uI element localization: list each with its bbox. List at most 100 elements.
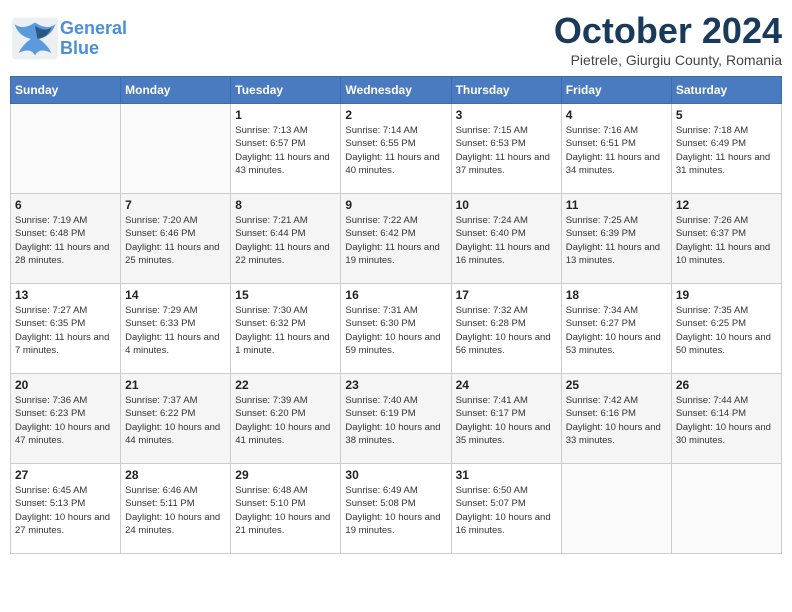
- calendar-cell: 7 Sunrise: 7:20 AMSunset: 6:46 PMDaylight…: [121, 194, 231, 284]
- day-number: 3: [456, 108, 557, 122]
- calendar-cell: 13 Sunrise: 7:27 AMSunset: 6:35 PMDayligh…: [11, 284, 121, 374]
- day-info: Sunrise: 7:42 AMSunset: 6:16 PMDaylight:…: [566, 394, 667, 447]
- day-number: 31: [456, 468, 557, 482]
- day-number: 19: [676, 288, 777, 302]
- calendar-cell: 25 Sunrise: 7:42 AMSunset: 6:16 PMDayligh…: [561, 374, 671, 464]
- day-info: Sunrise: 6:46 AMSunset: 5:11 PMDaylight:…: [125, 484, 226, 537]
- day-number: 15: [235, 288, 336, 302]
- calendar-cell: 12Sunrise: 7:26 AMSunset: 6:37 PMDayligh…: [671, 194, 781, 284]
- calendar-cell: 17 Sunrise: 7:32 AMSunset: 6:28 PMDayligh…: [451, 284, 561, 374]
- calendar-cell: 20 Sunrise: 7:36 AMSunset: 6:23 PMDayligh…: [11, 374, 121, 464]
- calendar-cell: 29Sunrise: 6:48 AMSunset: 5:10 PMDayligh…: [231, 464, 341, 554]
- day-info: Sunrise: 7:36 AMSunset: 6:23 PMDaylight:…: [15, 394, 116, 447]
- location-subtitle: Pietrele, Giurgiu County, Romania: [554, 52, 782, 68]
- calendar-cell: 1 Sunrise: 7:13 AMSunset: 6:57 PMDaylight…: [231, 104, 341, 194]
- day-info: Sunrise: 7:13 AMSunset: 6:57 PMDaylight:…: [235, 124, 336, 177]
- day-number: 24: [456, 378, 557, 392]
- calendar-cell: 11 Sunrise: 7:25 AMSunset: 6:39 PMDayligh…: [561, 194, 671, 284]
- column-header-tuesday: Tuesday: [231, 77, 341, 104]
- day-info: Sunrise: 7:25 AMSunset: 6:39 PMDaylight:…: [566, 214, 667, 267]
- page-header: General Blue October 2024 Pietrele, Giur…: [10, 10, 782, 68]
- day-number: 11: [566, 198, 667, 212]
- day-number: 17: [456, 288, 557, 302]
- month-title: October 2024: [554, 10, 782, 52]
- day-number: 14: [125, 288, 226, 302]
- calendar-cell: [11, 104, 121, 194]
- day-info: Sunrise: 7:22 AMSunset: 6:42 PMDaylight:…: [345, 214, 446, 267]
- calendar-cell: 19 Sunrise: 7:35 AMSunset: 6:25 PMDayligh…: [671, 284, 781, 374]
- column-header-friday: Friday: [561, 77, 671, 104]
- column-header-saturday: Saturday: [671, 77, 781, 104]
- day-number: 7: [125, 198, 226, 212]
- calendar-week-row: 6 Sunrise: 7:19 AMSunset: 6:48 PMDaylight…: [11, 194, 782, 284]
- day-number: 22: [235, 378, 336, 392]
- day-number: 23: [345, 378, 446, 392]
- day-number: 28: [125, 468, 226, 482]
- calendar-cell: 3Sunrise: 7:15 AMSunset: 6:53 PMDaylight…: [451, 104, 561, 194]
- calendar-cell: 26 Sunrise: 7:44 AMSunset: 6:14 PMDayligh…: [671, 374, 781, 464]
- day-info: Sunrise: 7:30 AMSunset: 6:32 PMDaylight:…: [235, 304, 336, 357]
- column-header-sunday: Sunday: [11, 77, 121, 104]
- day-info: Sunrise: 7:20 AMSunset: 6:46 PMDaylight:…: [125, 214, 226, 267]
- day-info: Sunrise: 7:16 AMSunset: 6:51 PMDaylight:…: [566, 124, 667, 177]
- day-info: Sunrise: 7:41 AMSunset: 6:17 PMDaylight:…: [456, 394, 557, 447]
- logo: General Blue: [10, 16, 127, 61]
- logo-icon: [10, 16, 60, 61]
- calendar-cell: 28 Sunrise: 6:46 AMSunset: 5:11 PMDayligh…: [121, 464, 231, 554]
- calendar-cell: 2 Sunrise: 7:14 AMSunset: 6:55 PMDaylight…: [341, 104, 451, 194]
- day-info: Sunrise: 7:29 AMSunset: 6:33 PMDaylight:…: [125, 304, 226, 357]
- calendar-cell: 21Sunrise: 7:37 AMSunset: 6:22 PMDayligh…: [121, 374, 231, 464]
- day-info: Sunrise: 7:26 AMSunset: 6:37 PMDaylight:…: [676, 214, 777, 267]
- calendar-week-row: 20 Sunrise: 7:36 AMSunset: 6:23 PMDayligh…: [11, 374, 782, 464]
- day-info: Sunrise: 7:35 AMSunset: 6:25 PMDaylight:…: [676, 304, 777, 357]
- calendar-cell: 5 Sunrise: 7:18 AMSunset: 6:49 PMDaylight…: [671, 104, 781, 194]
- day-info: Sunrise: 7:19 AMSunset: 6:48 PMDaylight:…: [15, 214, 116, 267]
- calendar-cell: 16 Sunrise: 7:31 AMSunset: 6:30 PMDayligh…: [341, 284, 451, 374]
- day-number: 21: [125, 378, 226, 392]
- day-number: 10: [456, 198, 557, 212]
- day-number: 16: [345, 288, 446, 302]
- day-number: 29: [235, 468, 336, 482]
- day-number: 25: [566, 378, 667, 392]
- day-info: Sunrise: 7:27 AMSunset: 6:35 PMDaylight:…: [15, 304, 116, 357]
- day-number: 26: [676, 378, 777, 392]
- calendar-cell: 27Sunrise: 6:45 AMSunset: 5:13 PMDayligh…: [11, 464, 121, 554]
- title-block: October 2024 Pietrele, Giurgiu County, R…: [554, 10, 782, 68]
- day-info: Sunrise: 7:14 AMSunset: 6:55 PMDaylight:…: [345, 124, 446, 177]
- calendar-cell: 30 Sunrise: 6:49 AMSunset: 5:08 PMDayligh…: [341, 464, 451, 554]
- day-info: Sunrise: 7:18 AMSunset: 6:49 PMDaylight:…: [676, 124, 777, 177]
- calendar-cell: 4Sunrise: 7:16 AMSunset: 6:51 PMDaylight…: [561, 104, 671, 194]
- calendar-week-row: 13 Sunrise: 7:27 AMSunset: 6:35 PMDayligh…: [11, 284, 782, 374]
- calendar-cell: [561, 464, 671, 554]
- day-info: Sunrise: 7:44 AMSunset: 6:14 PMDaylight:…: [676, 394, 777, 447]
- day-info: Sunrise: 6:50 AMSunset: 5:07 PMDaylight:…: [456, 484, 557, 537]
- logo-text: General Blue: [60, 19, 127, 59]
- day-number: 1: [235, 108, 336, 122]
- calendar-cell: 23 Sunrise: 7:40 AMSunset: 6:19 PMDayligh…: [341, 374, 451, 464]
- calendar-cell: 18Sunrise: 7:34 AMSunset: 6:27 PMDayligh…: [561, 284, 671, 374]
- column-header-wednesday: Wednesday: [341, 77, 451, 104]
- day-number: 8: [235, 198, 336, 212]
- day-info: Sunrise: 6:49 AMSunset: 5:08 PMDaylight:…: [345, 484, 446, 537]
- calendar-cell: 8 Sunrise: 7:21 AMSunset: 6:44 PMDaylight…: [231, 194, 341, 284]
- calendar-table: SundayMondayTuesdayWednesdayThursdayFrid…: [10, 76, 782, 554]
- day-number: 20: [15, 378, 116, 392]
- day-info: Sunrise: 7:21 AMSunset: 6:44 PMDaylight:…: [235, 214, 336, 267]
- day-number: 2: [345, 108, 446, 122]
- day-info: Sunrise: 7:40 AMSunset: 6:19 PMDaylight:…: [345, 394, 446, 447]
- day-number: 6: [15, 198, 116, 212]
- day-number: 18: [566, 288, 667, 302]
- calendar-week-row: 1 Sunrise: 7:13 AMSunset: 6:57 PMDaylight…: [11, 104, 782, 194]
- day-number: 13: [15, 288, 116, 302]
- day-number: 27: [15, 468, 116, 482]
- calendar-cell: 24 Sunrise: 7:41 AMSunset: 6:17 PMDayligh…: [451, 374, 561, 464]
- calendar-cell: 22 Sunrise: 7:39 AMSunset: 6:20 PMDayligh…: [231, 374, 341, 464]
- day-info: Sunrise: 7:31 AMSunset: 6:30 PMDaylight:…: [345, 304, 446, 357]
- day-number: 9: [345, 198, 446, 212]
- day-number: 5: [676, 108, 777, 122]
- day-info: Sunrise: 7:39 AMSunset: 6:20 PMDaylight:…: [235, 394, 336, 447]
- day-number: 30: [345, 468, 446, 482]
- calendar-cell: [671, 464, 781, 554]
- day-info: Sunrise: 7:32 AMSunset: 6:28 PMDaylight:…: [456, 304, 557, 357]
- calendar-cell: 10Sunrise: 7:24 AMSunset: 6:40 PMDayligh…: [451, 194, 561, 284]
